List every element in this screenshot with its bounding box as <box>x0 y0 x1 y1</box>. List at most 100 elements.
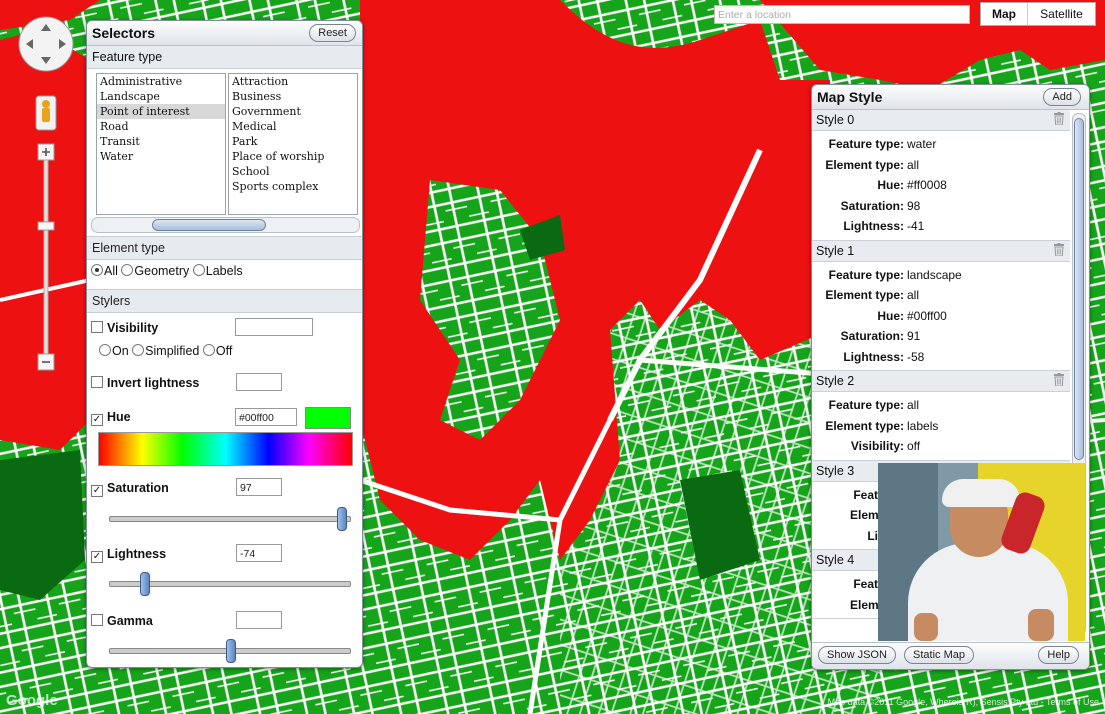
feature-subtype-item[interactable]: Medical <box>229 119 357 134</box>
style-property-key: Element type: <box>825 418 904 433</box>
lightness-slider-thumb[interactable] <box>140 572 150 596</box>
visibility-field[interactable] <box>235 318 313 336</box>
lightness-row: ✓ Lightness <box>91 547 166 563</box>
style-property-key: Feature type: <box>828 137 904 151</box>
gamma-checkbox[interactable] <box>91 614 103 626</box>
feature-type-list[interactable]: Administrative Landscape Point of interest… <box>96 73 226 215</box>
saturation-field[interactable]: 97 <box>236 478 282 496</box>
saturation-slider[interactable] <box>109 507 351 531</box>
feature-type-item[interactable]: Transit <box>97 134 225 149</box>
delete-style-icon[interactable] <box>1054 373 1064 386</box>
style-property-value: all <box>907 288 920 302</box>
visibility-simplified-radio[interactable]: Simplified <box>132 344 199 358</box>
visibility-off-radio[interactable]: Off <box>202 344 232 358</box>
hue-checkbox[interactable]: ✓ <box>91 414 103 426</box>
feature-subtype-item[interactable]: Sports complex <box>229 179 357 194</box>
style-property: Feature type: water <box>814 134 1070 155</box>
gamma-slider-thumb[interactable] <box>226 639 236 663</box>
style-entry-title: Style 1 <box>816 243 855 258</box>
style-property-value: landscape <box>907 267 962 282</box>
show-json-button[interactable]: Show JSON <box>818 646 896 664</box>
hue-spectrum[interactable] <box>98 432 353 466</box>
style-entry[interactable]: Style 2 Feature type: all Element type: labe… <box>812 371 1070 461</box>
list-scrollbar-thumb[interactable] <box>152 219 266 231</box>
style-property-value: -41 <box>907 219 925 233</box>
add-style-button[interactable]: Add <box>1043 88 1081 106</box>
hue-label: Hue <box>107 410 131 424</box>
style-property: Lightness: -58 <box>814 347 1070 368</box>
invert-lightness-field[interactable] <box>236 373 282 391</box>
feature-type-item[interactable]: Administrative <box>97 74 225 89</box>
feature-type-heading: Feature type <box>87 46 362 69</box>
style-entry[interactable]: Style 1 Feature type: landscape Element typ… <box>812 240 1070 371</box>
style-list-scrollbar-thumb[interactable] <box>1074 118 1084 460</box>
style-property: Element type: all <box>814 155 1070 176</box>
style-property-key: Element type: <box>825 288 904 302</box>
style-property-key: Saturation: <box>840 198 904 213</box>
location-search-input[interactable]: Enter a location <box>714 5 970 24</box>
feature-subtype-item[interactable]: Park <box>229 134 357 149</box>
style-property: Visibility: off <box>814 436 1070 457</box>
invert-lightness-checkbox[interactable] <box>91 376 103 388</box>
visibility-row: Visibility <box>91 321 158 335</box>
style-entry-title: Style 4 <box>816 553 855 567</box>
element-type-all-radio[interactable]: All <box>91 264 118 278</box>
feature-subtype-item[interactable]: Attraction <box>229 74 357 89</box>
feature-subtype-list[interactable]: Attraction Business Government Medical Park P… <box>228 73 358 215</box>
delete-style-icon[interactable] <box>1054 112 1064 125</box>
element-type-labels-radio[interactable]: Labels <box>192 264 243 278</box>
visibility-checkbox[interactable] <box>91 321 103 333</box>
style-property-key: Element type: <box>825 157 904 172</box>
style-property-value: off <box>907 439 921 453</box>
style-property: Lightness: -41 <box>814 216 1070 237</box>
list-scrollbar[interactable] <box>91 217 360 233</box>
feature-subtype-item[interactable]: Business <box>229 89 357 104</box>
visibility-options: On Simplified Off <box>99 344 232 358</box>
feature-subtype-item[interactable]: School <box>229 164 357 179</box>
help-button[interactable]: Help <box>1038 646 1079 664</box>
style-property-key: Lightness: <box>843 349 904 364</box>
lightness-slider[interactable] <box>109 572 351 596</box>
element-type-geometry-radio[interactable]: Geometry <box>121 264 189 278</box>
static-map-button[interactable]: Static Map <box>904 646 974 664</box>
hue-swatch[interactable] <box>305 407 351 429</box>
style-entry-title: Style 0 <box>816 113 855 127</box>
style-property: Saturation: 98 <box>814 196 1070 217</box>
style-property: Hue: #ff0008 <box>814 175 1070 196</box>
hue-field[interactable]: #00ff00 <box>235 408 297 426</box>
feature-subtype-item[interactable]: Place of worship <box>229 149 357 164</box>
saturation-slider-thumb[interactable] <box>337 507 347 531</box>
style-property: Hue: #00ff00 <box>814 306 1070 327</box>
pan-control[interactable] <box>18 16 74 72</box>
style-property-value: 98 <box>907 198 921 213</box>
pegman-icon[interactable] <box>35 95 57 131</box>
feature-type-item[interactable]: Point of interest <box>97 104 225 119</box>
gamma-slider[interactable] <box>109 639 351 663</box>
style-property-key: Saturation: <box>840 329 904 343</box>
lightness-checkbox[interactable]: ✓ <box>91 551 103 563</box>
style-property-key: Visibility: <box>850 439 904 453</box>
style-entry-title: Style 2 <box>816 374 855 388</box>
feature-subtype-item[interactable]: Government <box>229 104 357 119</box>
delete-style-icon[interactable] <box>1054 242 1064 256</box>
feature-type-item[interactable]: Road <box>97 119 225 134</box>
map-type-control: Map Satellite <box>980 2 1096 26</box>
map-style-footer: Show JSON Static Map Help <box>812 642 1089 669</box>
style-entry[interactable]: Style 0 Feature type: water Element type: al… <box>812 110 1070 241</box>
map-attribution: Map data ©2011 Google, Whereis(R), Sensi… <box>827 697 1099 707</box>
reset-button[interactable]: Reset <box>309 24 356 42</box>
invert-lightness-row: Invert lightness <box>91 376 199 390</box>
style-property-value: water <box>907 137 937 151</box>
style-property: Element type: all <box>814 285 1070 306</box>
visibility-on-radio[interactable]: On <box>99 344 129 358</box>
feature-type-item[interactable]: Water <box>97 149 225 164</box>
map-type-satellite-button[interactable]: Satellite <box>1028 3 1095 25</box>
feature-type-item[interactable]: Landscape <box>97 89 225 104</box>
style-property: Feature type: all <box>814 395 1070 416</box>
map-type-map-button[interactable]: Map <box>981 3 1028 25</box>
style-property-value: #00ff00 <box>907 308 947 323</box>
gamma-field[interactable] <box>236 611 282 629</box>
lightness-field[interactable]: -74 <box>236 544 282 562</box>
saturation-checkbox[interactable]: ✓ <box>91 485 103 497</box>
selectors-panel: Selectors Reset Feature type Administrat… <box>86 20 363 668</box>
